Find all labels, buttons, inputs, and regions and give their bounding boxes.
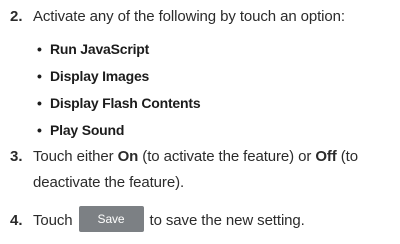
bullet-play-sound: • Play Sound: [37, 120, 124, 140]
bullet-icon: •: [37, 95, 42, 111]
bullet-display-flash-contents: • Display Flash Contents: [37, 93, 201, 113]
step-text: Touch either On (to activate the feature…: [33, 146, 395, 168]
bullet-icon: •: [37, 122, 42, 138]
step-text: Activate any of the following by touch a…: [33, 8, 345, 25]
on-label: On: [117, 148, 139, 165]
off-label: Off: [315, 148, 337, 165]
step-number: 3.: [10, 148, 23, 165]
step-number: 2.: [10, 8, 23, 25]
bullet-icon: •: [37, 41, 42, 57]
step-text-part: Touch either: [33, 148, 118, 165]
step-text-part: to save the new setting.: [149, 212, 305, 229]
step-text-part: (to: [336, 148, 358, 165]
bullet-label: Display Images: [50, 68, 150, 84]
step-text-part: Touch: [33, 212, 73, 229]
step-text: deactivate the feature).: [33, 174, 185, 191]
bullet-display-images: • Display Images: [37, 66, 149, 86]
bullet-label: Display Flash Contents: [50, 95, 201, 111]
step-text-part: (to activate the feature) or: [138, 148, 316, 165]
save-button[interactable]: Save: [78, 206, 144, 233]
bullet-run-javascript: • Run JavaScript: [37, 39, 149, 59]
bullet-label: Run JavaScript: [50, 41, 150, 57]
manual-page: 2. Activate any of the following by touc…: [0, 0, 400, 244]
step-text: Touch Save to save the new setting.: [33, 206, 395, 233]
step-number: 4.: [10, 212, 23, 229]
bullet-icon: •: [37, 68, 42, 84]
bullet-label: Play Sound: [50, 122, 125, 138]
